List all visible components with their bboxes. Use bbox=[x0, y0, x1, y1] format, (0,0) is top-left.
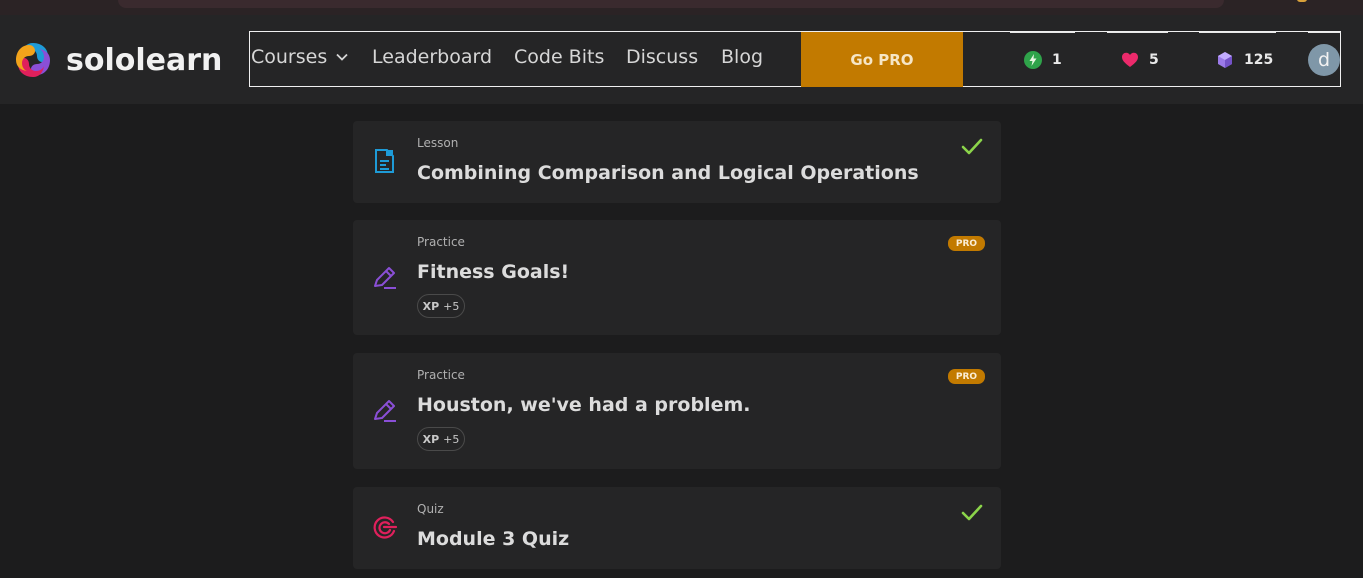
lesson-icon bbox=[375, 149, 394, 173]
brand-name: sololearn bbox=[66, 42, 223, 78]
top-navigation-bar: sololearn Courses Leaderboard Code Bits … bbox=[0, 15, 1363, 104]
nav-leaderboard[interactable]: Leaderboard bbox=[372, 46, 492, 68]
nav-courses-label: Courses bbox=[251, 46, 328, 68]
main-nav: Courses Leaderboard Code Bits Discuss Bl… bbox=[249, 31, 1341, 87]
card-type-label: Quiz bbox=[417, 502, 444, 516]
gem-icon bbox=[1218, 52, 1232, 68]
go-pro-button[interactable]: Go PRO bbox=[801, 32, 963, 87]
card-title: Fitness Goals! bbox=[417, 261, 570, 283]
practice-pencil-icon bbox=[374, 267, 396, 289]
quiz-card[interactable]: Quiz Module 3 Quiz bbox=[353, 487, 1001, 569]
card-title: Module 3 Quiz bbox=[417, 528, 570, 550]
nav-blog[interactable]: Blog bbox=[721, 46, 763, 68]
practice-pencil-icon bbox=[374, 400, 396, 422]
hearts-counter[interactable]: 5 bbox=[1107, 32, 1168, 87]
quiz-target-icon bbox=[373, 516, 398, 539]
avatar[interactable]: d bbox=[1308, 44, 1340, 76]
xp-value: +5 bbox=[443, 299, 460, 313]
card-title: Combining Comparison and Logical Operati… bbox=[417, 162, 919, 184]
xp-reward-pill: XP +5 bbox=[417, 294, 465, 318]
xp-reward-pill: XP +5 bbox=[417, 427, 465, 451]
checkmark-icon bbox=[961, 138, 983, 155]
sololearn-logo-icon bbox=[16, 43, 50, 77]
extension-icon[interactable] bbox=[1297, 0, 1307, 2]
hearts-value: 5 bbox=[1149, 52, 1159, 68]
chevron-down-icon bbox=[336, 53, 348, 61]
lesson-card[interactable]: Lesson Combining Comparison and Logical … bbox=[353, 121, 1001, 203]
sololearn-logo[interactable]: sololearn bbox=[12, 38, 222, 82]
heart-icon bbox=[1122, 52, 1138, 67]
pro-badge: PRO bbox=[948, 369, 985, 384]
pro-badge: PRO bbox=[948, 236, 985, 251]
gems-value: 125 bbox=[1244, 52, 1274, 68]
nav-courses[interactable]: Courses bbox=[251, 46, 349, 68]
card-type-label: Practice bbox=[417, 368, 465, 382]
streak-counter[interactable]: 1 bbox=[1010, 32, 1075, 87]
checkmark-icon bbox=[961, 504, 983, 521]
nav-code-bits[interactable]: Code Bits bbox=[514, 46, 604, 68]
card-title: Houston, we've had a problem. bbox=[417, 394, 751, 416]
practice-card[interactable]: Practice PRO Fitness Goals! XP +5 bbox=[353, 220, 1001, 335]
card-type-label: Practice bbox=[417, 235, 465, 249]
lightning-icon bbox=[1024, 51, 1042, 69]
xp-value: +5 bbox=[443, 432, 460, 446]
practice-card[interactable]: Practice PRO Houston, we've had a proble… bbox=[353, 353, 1001, 469]
xp-label: XP bbox=[422, 299, 440, 313]
browser-chrome-strip bbox=[0, 0, 1363, 15]
streak-value: 1 bbox=[1052, 52, 1062, 68]
gems-counter[interactable]: 125 bbox=[1199, 32, 1276, 87]
nav-discuss[interactable]: Discuss bbox=[626, 46, 698, 68]
xp-label: XP bbox=[422, 432, 440, 446]
user-menu[interactable]: d bbox=[1308, 32, 1341, 87]
address-bar[interactable] bbox=[118, 0, 1224, 8]
card-type-label: Lesson bbox=[417, 136, 459, 150]
